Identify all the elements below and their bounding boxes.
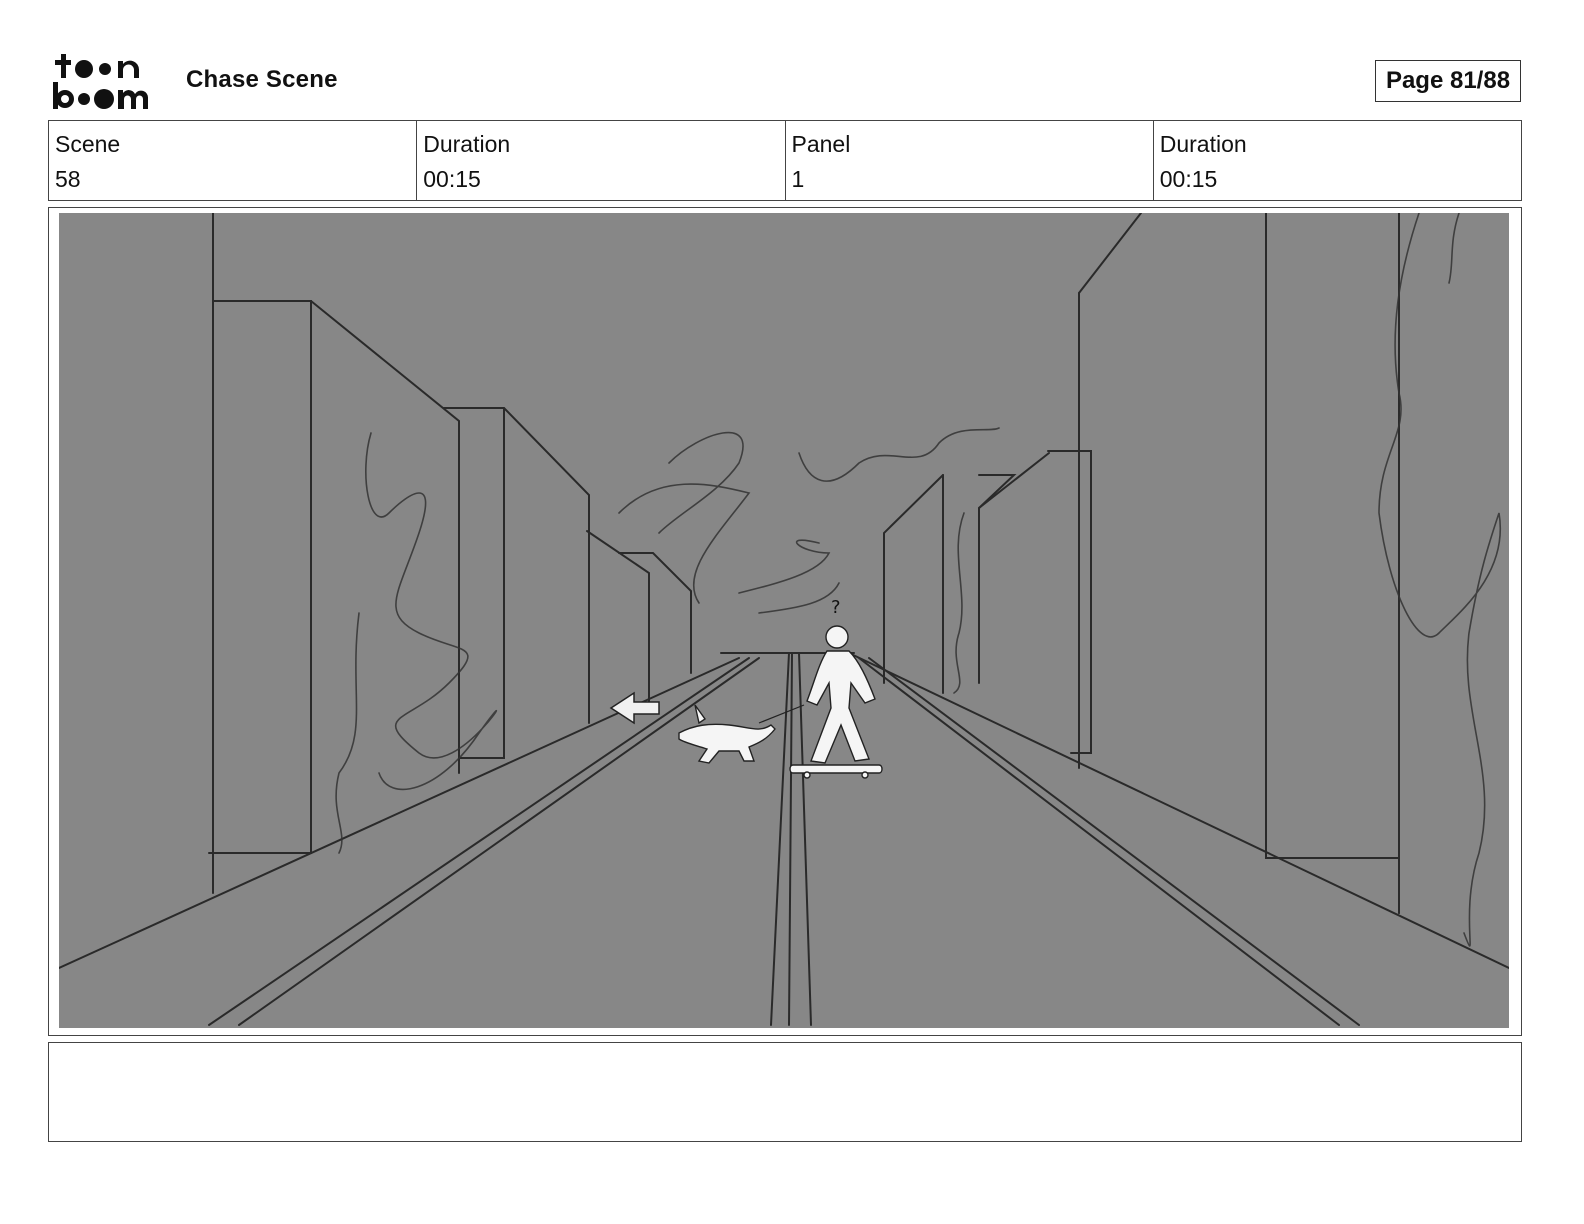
skater-figure [789, 625, 883, 779]
panel-notes-box[interactable] [48, 1042, 1522, 1142]
panel-sketch-image: ? [59, 213, 1509, 1028]
scene-duration-value: 00:15 [423, 166, 481, 192]
panel-duration-value: 00:15 [1159, 166, 1218, 192]
confused-question-mark: ? [831, 597, 841, 618]
scene-info-table: Scene 58 Duration 00:15 Panel 1 Duration… [48, 120, 1522, 201]
panel-duration-label: Duration [1159, 131, 1247, 157]
panel-label: Panel [791, 131, 851, 157]
scene-duration-label: Duration [423, 131, 511, 157]
page-indicator: Page 81/88 [1375, 60, 1521, 102]
scene-duration-cell: Duration 00:15 [417, 121, 786, 200]
street-sketch: ? [59, 213, 1509, 1026]
scene-label: Scene [55, 131, 121, 157]
dog-figure [678, 704, 776, 764]
panel-duration-cell: Duration 00:15 [1154, 121, 1521, 200]
storyboard-title: Chase Scene [186, 66, 338, 93]
scene-value: 58 [55, 166, 81, 192]
toonboom-logo [52, 52, 162, 112]
panel-value: 1 [791, 166, 805, 192]
scene-cell: Scene 58 [49, 121, 418, 200]
panel-cell: Panel 1 [786, 121, 1154, 200]
